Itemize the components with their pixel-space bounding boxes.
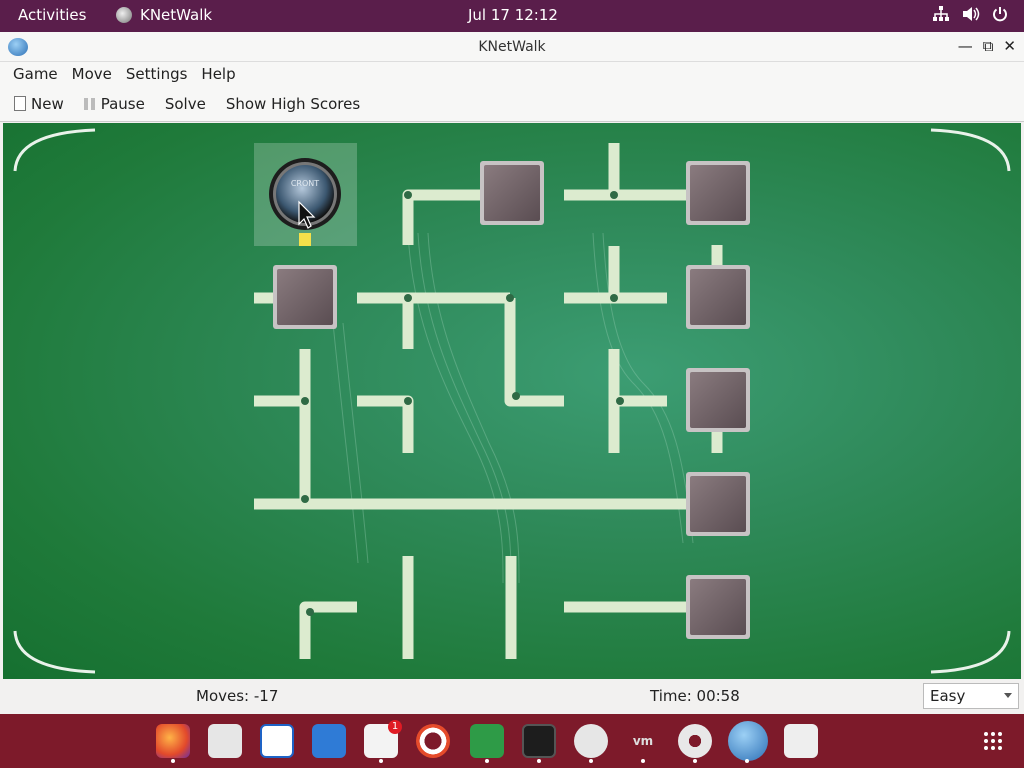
chevron-down-icon <box>1004 693 1012 698</box>
top-bar: Activities KNetWalk Jul 17 12:12 <box>0 0 1024 32</box>
writer-icon[interactable] <box>260 724 294 758</box>
menu-settings[interactable]: Settings <box>119 62 195 86</box>
knetwalk-window: KNetWalk — ⧉ ✕ Game Move Settings Help N… <box>0 32 1024 714</box>
trash-icon[interactable] <box>784 724 818 758</box>
moves-counter: Moves: -17 <box>196 687 279 705</box>
computer-icon <box>686 575 750 639</box>
network-icon <box>933 6 949 21</box>
pause-button-label: Pause <box>100 94 145 113</box>
show-high-scores-button[interactable]: Show High Scores <box>222 91 364 117</box>
solve-button[interactable]: Solve <box>161 91 210 117</box>
app-menu-label: KNetWalk <box>140 6 213 24</box>
background-traces <box>332 232 694 584</box>
menu-move[interactable]: Move <box>65 62 119 86</box>
firefox-icon[interactable] <box>156 724 190 758</box>
menu-game[interactable]: Game <box>6 62 65 86</box>
server-label: CRONT <box>291 179 319 188</box>
system-tray[interactable] <box>932 6 1008 22</box>
computer-icon <box>480 161 544 225</box>
power-icon <box>993 7 1007 22</box>
toolbar: New Pause Solve Show High Scores <box>0 86 1024 122</box>
show-high-scores-label: Show High Scores <box>225 94 361 113</box>
notification-badge: 1 <box>388 720 402 734</box>
title-bar[interactable]: KNetWalk — ⧉ ✕ <box>0 32 1024 62</box>
computer-icon <box>686 161 750 225</box>
pause-icon <box>83 97 96 110</box>
robot-app-icon[interactable] <box>574 724 608 758</box>
terminal-icon[interactable] <box>522 724 556 758</box>
volume-icon <box>963 7 980 21</box>
computer-icon <box>686 265 750 329</box>
time-counter: Time: 00:58 <box>650 687 740 705</box>
menu-bar: Game Move Settings Help <box>0 62 1024 86</box>
connected-wire <box>299 233 311 246</box>
knetwalk-app-icon <box>116 7 132 23</box>
activities-button[interactable]: Activities <box>18 6 86 24</box>
pause-button[interactable]: Pause <box>80 91 149 117</box>
vmware-icon[interactable]: vm <box>626 724 660 758</box>
app-grid-icon[interactable] <box>983 731 1003 751</box>
new-button[interactable]: New <box>10 91 68 117</box>
settings-gear-icon[interactable] <box>678 724 712 758</box>
difficulty-select[interactable]: Easy <box>923 683 1019 709</box>
evolution-mail-icon[interactable] <box>208 724 242 758</box>
status-bar: Moves: -17 Time: 00:58 Easy <box>0 679 1024 714</box>
game-icon[interactable] <box>470 724 504 758</box>
dock: 1 vm <box>0 714 1024 768</box>
window-title: KNetWalk <box>478 39 546 55</box>
game-board[interactable]: CRONT <box>3 123 1021 679</box>
minimize-icon[interactable]: — <box>958 37 973 55</box>
clock[interactable]: Jul 17 12:12 <box>468 6 558 24</box>
close-icon[interactable]: ✕ <box>1003 37 1016 55</box>
difficulty-value: Easy <box>930 687 966 705</box>
menu-help[interactable]: Help <box>194 62 242 86</box>
computer-icon <box>686 472 750 536</box>
new-button-label: New <box>31 94 64 113</box>
app-menu[interactable]: KNetWalk <box>116 6 212 24</box>
solve-button-label: Solve <box>164 94 206 113</box>
new-document-icon <box>14 96 26 111</box>
computer-icon <box>686 368 750 432</box>
knetwalk-dock-icon[interactable] <box>728 721 768 761</box>
document-viewer-icon[interactable] <box>312 724 346 758</box>
help-lifebuoy-icon[interactable] <box>416 724 450 758</box>
maximize-icon[interactable]: ⧉ <box>983 37 994 55</box>
computer-icon <box>273 265 337 329</box>
